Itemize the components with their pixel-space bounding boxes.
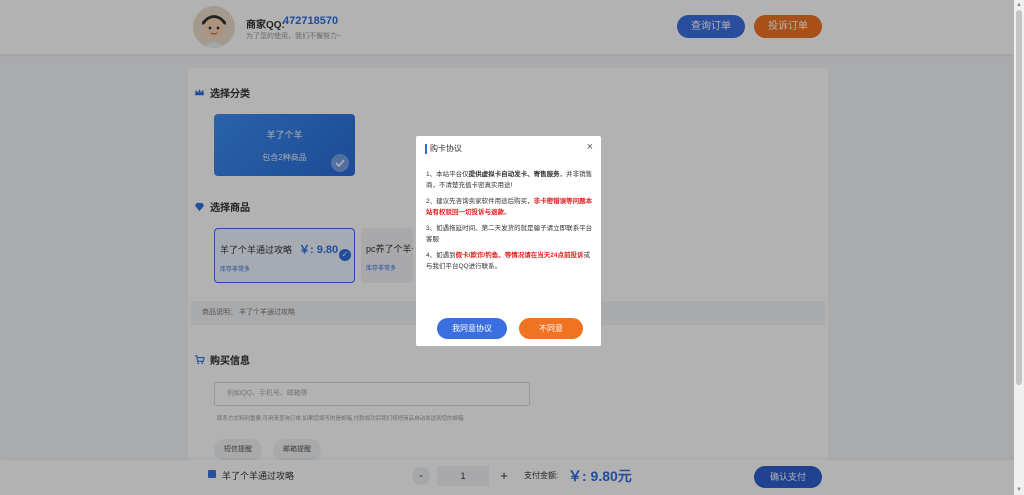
scroll-thumb[interactable] xyxy=(1016,10,1022,385)
agreement-item-2: 2、建议先咨询卖家软件用途后购买，非卡密错误等问题本站有权驳回一切投诉与退款。 xyxy=(426,198,593,216)
agree-button[interactable]: 我同意协议 xyxy=(437,318,507,339)
agreement-item-3: 3、如遇拖延时间、第二天发货的就是骗子请立即联系平台客服 xyxy=(426,225,593,243)
page-scrollbar[interactable]: ▲ ▼ xyxy=(1014,0,1024,495)
modal-title: 购卡协议 xyxy=(430,144,462,153)
agreement-item-4: 4、如遇到假卡/欺诈/钓鱼、等情况请在当天24点前投诉或与我们平台QQ进行联系。 xyxy=(426,252,590,270)
purchase-agreement-modal: 购卡协议 × 1、本站平台仅提供虚拟卡自动发卡、寄售服务，并非销售商，不清楚充值… xyxy=(416,136,601,346)
scroll-up-icon[interactable]: ▲ xyxy=(1016,2,1022,8)
close-icon[interactable]: × xyxy=(587,141,593,153)
scroll-down-icon[interactable]: ▼ xyxy=(1016,487,1022,493)
agreement-body: 1、本站平台仅提供虚拟卡自动发卡、寄售服务，并非销售商，不清楚充值卡密真实用途!… xyxy=(426,169,594,277)
title-accent-bar xyxy=(425,144,427,154)
agreement-item-1: 1、本站平台仅提供虚拟卡自动发卡、寄售服务，并非销售商，不清楚充值卡密真实用途! xyxy=(426,171,593,189)
disagree-button[interactable]: 不同意 xyxy=(519,318,583,339)
